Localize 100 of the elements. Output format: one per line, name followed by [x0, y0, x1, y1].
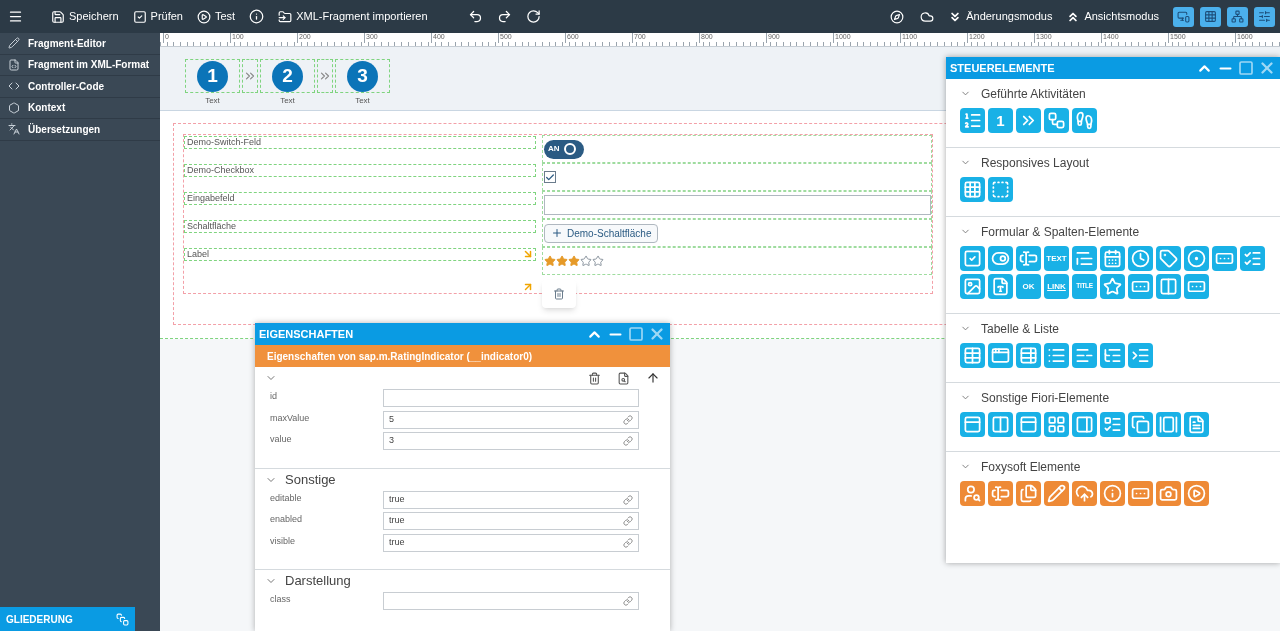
footsteps-icon[interactable] [1072, 108, 1097, 133]
dropdown-icon[interactable] [1128, 481, 1153, 506]
link-icon[interactable] [623, 537, 633, 548]
toolbar-button[interactable]: XML-Fragment importieren [278, 8, 428, 25]
property-field[interactable] [383, 389, 639, 407]
camera-icon[interactable] [1156, 481, 1181, 506]
numbered-list-icon[interactable] [960, 108, 985, 133]
grid-icon[interactable] [960, 177, 985, 202]
gallery-icon[interactable] [1156, 412, 1181, 437]
list-item-icon[interactable] [1072, 343, 1097, 368]
workflow-icon[interactable] [1044, 108, 1069, 133]
compass-icon[interactable] [890, 9, 905, 24]
undo-icon[interactable] [467, 9, 483, 24]
toolbar-button[interactable]: Änderungsmodus [948, 8, 1053, 25]
radio-group-icon[interactable] [1100, 412, 1125, 437]
delete-icon[interactable] [588, 371, 601, 385]
property-field[interactable]: 3 [383, 432, 639, 450]
arrow-icon [522, 281, 534, 293]
view-button[interactable] [1173, 6, 1194, 27]
wizard-step[interactable]: 3 [347, 60, 378, 92]
property-field[interactable] [383, 592, 639, 610]
property-field[interactable]: 5 [383, 410, 639, 429]
tag-icon[interactable] [1156, 246, 1181, 271]
arrow-icon [522, 248, 534, 260]
range-icon[interactable] [1184, 274, 1209, 299]
toggle-switch[interactable]: AN [544, 139, 584, 159]
window-icon[interactable] [988, 343, 1013, 368]
page-icon[interactable] [960, 412, 985, 437]
link-icon[interactable] [623, 494, 633, 505]
calendar-icon[interactable] [1100, 246, 1125, 271]
close-icon[interactable] [648, 325, 666, 343]
layout-icon[interactable] [1044, 412, 1069, 437]
table-icon[interactable] [1016, 343, 1041, 368]
view-button[interactable] [1227, 6, 1248, 27]
toolbar-button[interactable]: Prüfen [132, 8, 183, 25]
hierarchy-icon [1231, 10, 1244, 23]
panel-title: EIGENSCHAFTEN [259, 326, 355, 342]
indent-icon[interactable] [1128, 343, 1153, 368]
property-field[interactable]: true [383, 533, 639, 552]
cloud-icon[interactable] [920, 9, 935, 24]
section-title: Responsives Layout [981, 154, 1090, 172]
checklist-icon[interactable] [1240, 246, 1265, 271]
side-panel-icon[interactable] [1072, 412, 1097, 437]
tree-icon[interactable] [1100, 343, 1125, 368]
table-icon[interactable] [960, 343, 985, 368]
link-icon[interactable] [623, 414, 633, 425]
demo-button[interactable]: Demo-Schaltfläche [544, 223, 659, 243]
clock-icon[interactable] [1128, 246, 1153, 271]
view-button[interactable] [1200, 6, 1221, 27]
play-icon[interactable] [1184, 481, 1209, 506]
list-icon[interactable] [1044, 343, 1069, 368]
info-icon[interactable] [249, 9, 265, 24]
file-search-icon[interactable] [617, 371, 630, 385]
double-chevron-icon[interactable] [1016, 108, 1041, 133]
pencil-icon[interactable] [1044, 481, 1069, 506]
segmented-icon[interactable] [1128, 274, 1153, 299]
menu-icon[interactable] [8, 9, 23, 24]
toolbar-button[interactable]: Ansichtsmodus [1066, 8, 1159, 25]
documents-icon[interactable] [1016, 481, 1041, 506]
section-title: Tabelle & Liste [981, 320, 1060, 338]
toolbar-button[interactable]: Speichern [51, 8, 119, 25]
rating-stars[interactable] [544, 255, 604, 267]
maximize-icon[interactable] [628, 326, 644, 342]
text-input-icon[interactable] [988, 481, 1013, 506]
user-search-icon[interactable] [960, 481, 985, 506]
dashed-square-icon[interactable] [988, 177, 1013, 202]
link-icon[interactable] [623, 516, 633, 526]
formatted-text-icon[interactable] [988, 274, 1013, 299]
link-icon[interactable] [623, 596, 633, 606]
cloud-upload-icon[interactable] [1072, 481, 1097, 506]
checkbox-icon[interactable] [960, 246, 985, 271]
checkbox[interactable] [544, 171, 556, 183]
delete-popover[interactable] [542, 280, 576, 308]
overlapping-squares-icon[interactable] [1128, 412, 1153, 437]
wizard-step[interactable]: 1 [197, 60, 228, 92]
view-button[interactable] [1254, 6, 1275, 27]
document-icon[interactable] [1184, 412, 1209, 437]
sidebar-item[interactable]: Fragment im XML-Format [0, 54, 160, 76]
close-icon[interactable] [1258, 59, 1276, 77]
form-label: Label [184, 248, 536, 261]
columns-icon[interactable] [1156, 274, 1181, 299]
star-icon [580, 255, 592, 267]
toolbar-button[interactable]: Test [196, 8, 236, 25]
property-field[interactable]: true [383, 490, 639, 509]
dropdown-icon[interactable] [1212, 246, 1237, 271]
field-label: visible [269, 534, 296, 548]
wizard-step[interactable]: 2 [272, 60, 303, 92]
panel-title: STEUERELEMENTE [950, 60, 1056, 76]
image-icon[interactable] [960, 274, 985, 299]
redo-icon[interactable] [496, 9, 512, 24]
switch-icon[interactable] [988, 246, 1013, 271]
link-icon[interactable] [623, 436, 633, 446]
toolbar-icon[interactable] [1016, 412, 1041, 437]
radio-icon[interactable] [1184, 246, 1209, 271]
text-input-icon[interactable] [1016, 246, 1041, 271]
maximize-icon[interactable] [1238, 60, 1254, 76]
columns-icon[interactable] [988, 412, 1013, 437]
refresh-icon[interactable] [525, 9, 541, 24]
text-area-icon[interactable] [1072, 246, 1097, 271]
property-field[interactable]: true [383, 512, 639, 530]
